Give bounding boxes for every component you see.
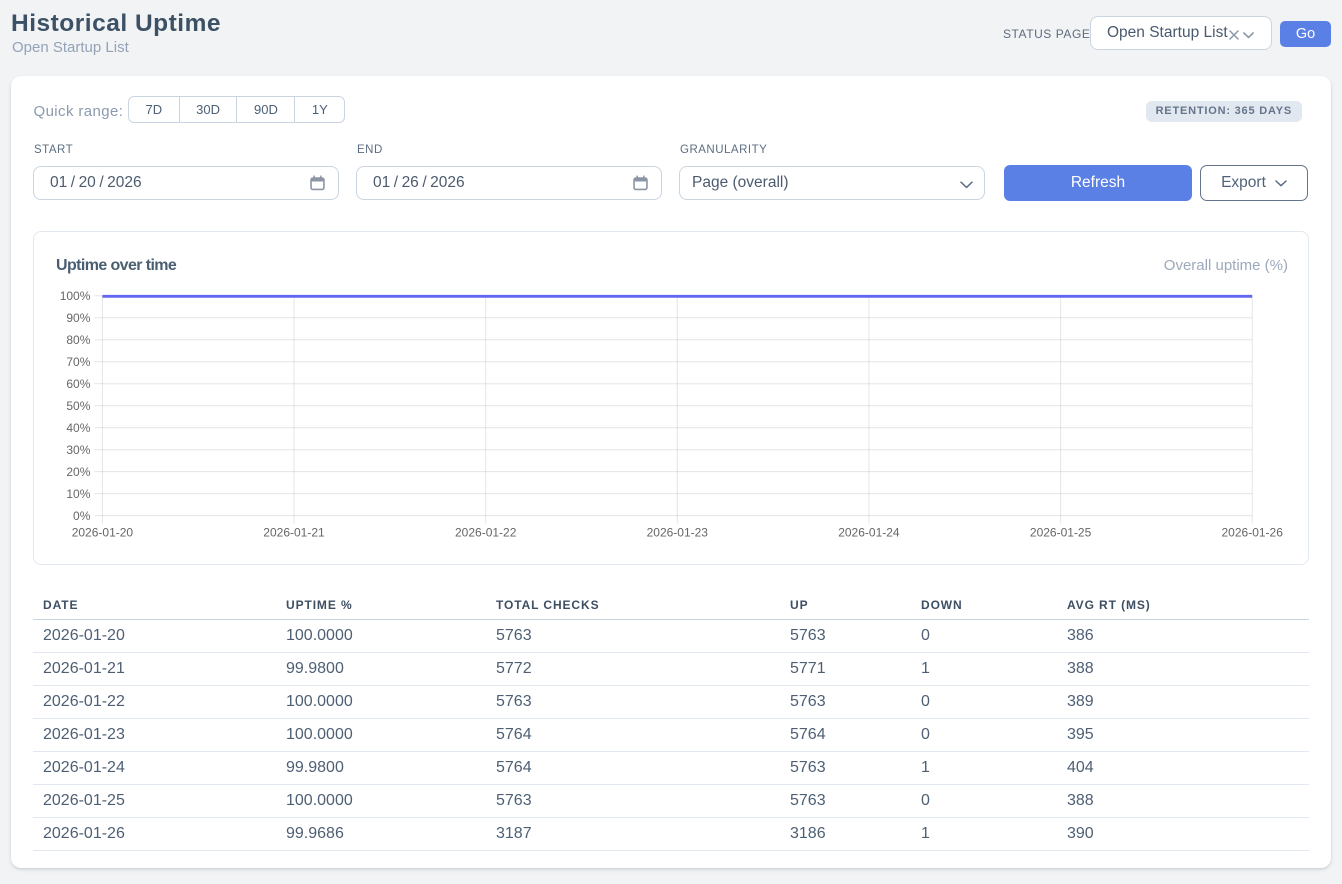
svg-text:60%: 60% [66, 377, 90, 391]
svg-text:2026-01-22: 2026-01-22 [455, 526, 517, 540]
svg-text:90%: 90% [66, 311, 90, 325]
svg-text:80%: 80% [66, 333, 90, 347]
svg-text:50%: 50% [66, 399, 90, 413]
svg-text:40%: 40% [66, 421, 90, 435]
svg-text:30%: 30% [66, 443, 90, 457]
svg-text:2026-01-21: 2026-01-21 [263, 526, 325, 540]
svg-text:2026-01-24: 2026-01-24 [838, 526, 900, 540]
svg-text:2026-01-26: 2026-01-26 [1222, 526, 1284, 540]
svg-text:2026-01-25: 2026-01-25 [1030, 526, 1092, 540]
svg-text:100%: 100% [60, 289, 91, 303]
svg-text:70%: 70% [66, 355, 90, 369]
svg-text:10%: 10% [66, 487, 90, 501]
svg-text:0%: 0% [73, 509, 91, 523]
svg-text:20%: 20% [66, 465, 90, 479]
svg-text:2026-01-20: 2026-01-20 [72, 526, 134, 540]
svg-text:2026-01-23: 2026-01-23 [647, 526, 709, 540]
